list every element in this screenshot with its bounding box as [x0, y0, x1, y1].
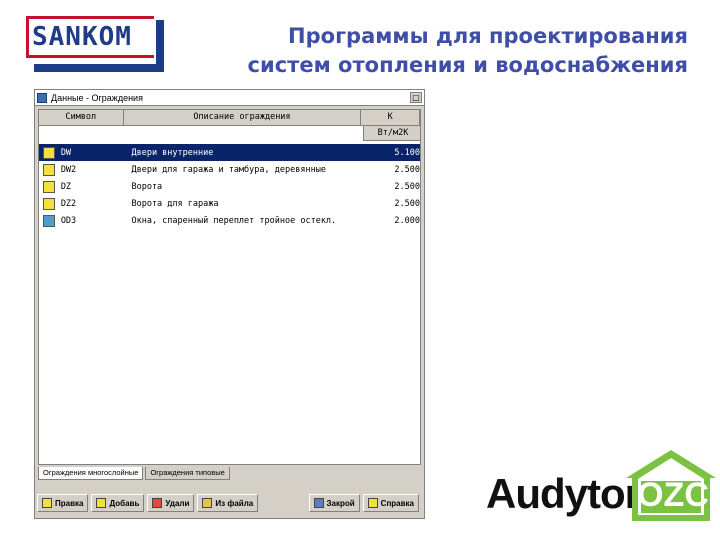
row-description: Двери для гаража и тамбура, деревянные — [131, 164, 326, 175]
row-symbol: OD3 — [60, 215, 77, 226]
window-titlebar[interactable]: Данные - Ограждения □ — [35, 90, 424, 106]
audytor-ozc-logo: Audytor OZC — [486, 448, 718, 523]
column-header-description[interactable]: Описание ограждения — [123, 110, 362, 126]
slide-title: Программы для проектирования систем отоп… — [248, 22, 688, 80]
window-title: Данные - Ограждения — [51, 92, 143, 103]
from-file-button[interactable]: Из файла — [197, 494, 259, 512]
row-symbol: DW2 — [60, 164, 77, 175]
edit-button-label: Правка — [55, 498, 84, 508]
help-icon — [367, 498, 378, 508]
tab-multilayer[interactable]: Ограждения многослойные — [38, 467, 144, 480]
add-button-label: Добавь — [109, 498, 140, 508]
row-symbol: DW — [60, 147, 72, 158]
door-icon — [43, 180, 55, 193]
barriers-table: Символ Описание ограждения K Вт/м2К DW Д… — [38, 109, 421, 465]
slide-title-line1: Программы для проектирования — [288, 24, 688, 48]
column-header-symbol[interactable]: Символ — [39, 110, 124, 126]
folder-icon — [202, 498, 213, 508]
tab-strip: Ограждения многослойные Ограждения типов… — [38, 467, 421, 480]
close-button[interactable]: Закрой — [308, 494, 360, 512]
window-toolbar: Правка Добавь Удали Из файла Закрой Спра… — [37, 492, 422, 514]
column-unit-k: Вт/м2К — [363, 126, 420, 141]
delete-button[interactable]: Удали — [147, 494, 195, 512]
audytor-text: Audytor — [486, 470, 641, 517]
row-k: 2.500 — [394, 198, 420, 209]
slide-title-line2: систем отопления и водоснабжения — [247, 53, 688, 77]
help-button[interactable]: Справка — [362, 494, 419, 512]
from-file-button-label: Из файла — [215, 498, 254, 508]
logo-stripe-horizontal — [34, 64, 164, 72]
door-icon — [43, 163, 55, 176]
delete-button-label: Удали — [165, 498, 190, 508]
row-description: Ворота — [131, 181, 163, 192]
edit-icon — [42, 498, 52, 508]
row-k: 2.000 — [394, 215, 420, 226]
add-button[interactable]: Добавь — [91, 494, 145, 512]
row-description: Ворота для гаража — [131, 198, 219, 209]
table-row[interactable]: DW Двери внутренние 5.100 — [39, 144, 420, 161]
ozc-text: OZC — [637, 476, 709, 514]
door-icon — [43, 146, 55, 159]
close-door-icon — [313, 498, 324, 508]
sankom-logo: SANKOM — [26, 16, 170, 80]
tab-typical[interactable]: Ограждения типовые — [145, 467, 230, 480]
data-window: Данные - Ограждения □ Символ Описание ог… — [34, 89, 425, 519]
table-row[interactable]: OD3 Окна, спаренный переплет тройное ост… — [39, 212, 420, 229]
add-icon — [96, 498, 107, 508]
app-icon — [37, 92, 47, 103]
column-header-k[interactable]: K — [361, 110, 420, 126]
delete-icon — [152, 498, 163, 508]
table-rows: DW Двери внутренние 5.100 DW2 Двери для … — [39, 144, 420, 229]
maximize-button[interactable]: □ — [410, 92, 422, 103]
row-k: 2.500 — [394, 164, 420, 175]
row-description: Двери внутренние — [131, 147, 214, 158]
row-symbol: DZ — [60, 181, 72, 192]
logo-stripe-vertical — [156, 20, 164, 68]
edit-button[interactable]: Правка — [37, 494, 89, 512]
row-symbol: DZ2 — [60, 198, 77, 209]
close-button-label: Закрой — [326, 498, 355, 508]
row-description: Окна, спаренный переплет тройное остекл. — [131, 215, 337, 226]
table-row[interactable]: DW2 Двери для гаража и тамбура, деревянн… — [39, 161, 420, 178]
table-row[interactable]: DZ Ворота 2.500 — [39, 178, 420, 195]
door-icon — [43, 197, 55, 210]
table-header: Символ Описание ограждения K — [39, 110, 420, 126]
help-button-label: Справка — [380, 498, 414, 508]
window-icon — [43, 214, 55, 227]
logo-text: SANKOM — [32, 22, 132, 52]
row-k: 5.100 — [394, 147, 420, 158]
table-row[interactable]: DZ2 Ворота для гаража 2.500 — [39, 195, 420, 212]
row-k: 2.500 — [394, 181, 420, 192]
